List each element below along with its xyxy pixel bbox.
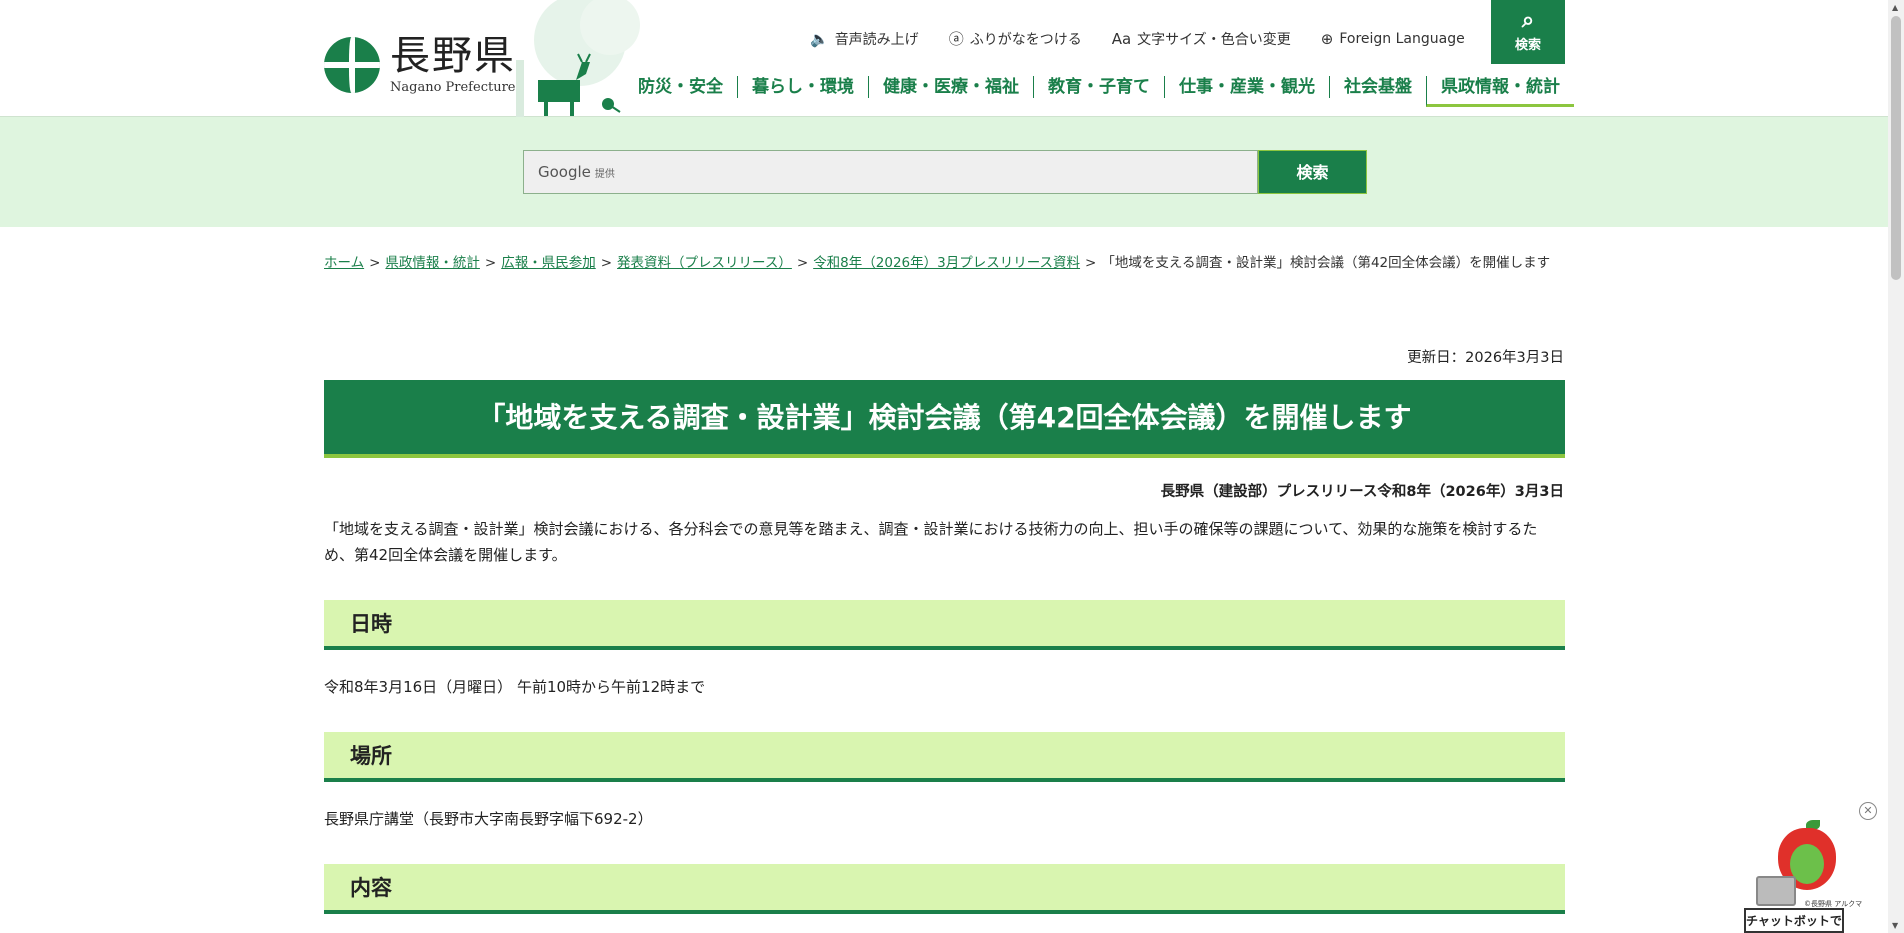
utility-menu: 🔈 音声読み上げ ⓐ ふりがなをつける Aa 文字サイズ・色合い変更 ⊕ Foreign… — [810, 28, 1465, 49]
breadcrumb-public-relations[interactable]: 広報・県民参加 — [501, 255, 596, 271]
site-search-submit-button[interactable]: 検索 — [1258, 150, 1367, 194]
chatbot-widget[interactable]: ©長野県 アルクマ チャットボットで調べる — [1744, 820, 1874, 933]
chatbot-close-icon[interactable]: ✕ — [1859, 802, 1877, 820]
site-header: 長野県 Nagano Prefecture 🔈 音声読み上げ ⓐ ふりがなをつける … — [0, 0, 1888, 117]
laptop-icon — [1756, 876, 1796, 906]
page-scrollbar[interactable]: ▲ ▼ — [1888, 0, 1904, 933]
nav-government-statistics[interactable]: 県政情報・統計 — [1426, 76, 1574, 107]
breadcrumb-government[interactable]: 県政情報・統計 — [385, 255, 480, 271]
breadcrumb-press-releases[interactable]: 発表資料（プレスリリース） — [617, 255, 792, 271]
breadcrumb-current: 「地域を支える調査・設計業」検討会議（第42回全体会議）を開催します — [1101, 255, 1551, 271]
breadcrumb-march-releases[interactable]: 令和8年（2026年）3月プレスリリース資料 — [813, 255, 1080, 271]
font-size-icon: Aa — [1111, 29, 1132, 48]
scroll-thumb[interactable] — [1891, 16, 1901, 280]
utility-furigana[interactable]: ⓐ ふりがなをつける — [949, 28, 1082, 49]
updated-date: 更新日：2026年3月3日 — [1407, 350, 1564, 366]
section-heading-content: 内容 — [324, 864, 1565, 914]
utility-foreign-language[interactable]: ⊕ Foreign Language — [1321, 28, 1465, 49]
nav-work-industry[interactable]: 仕事・産業・観光 — [1164, 76, 1329, 98]
nav-health-welfare[interactable]: 健康・医療・福祉 — [868, 76, 1033, 98]
prefecture-emblem-icon — [324, 36, 380, 93]
site-search-band: Google 提供 検索 — [0, 117, 1888, 227]
header-search-button[interactable]: ⌕ 検索 — [1491, 0, 1565, 64]
scroll-up-arrow-icon[interactable]: ▲ — [1892, 3, 1898, 12]
site-search-input[interactable]: Google 提供 — [523, 150, 1258, 194]
nav-disaster-safety[interactable]: 防災・安全 — [628, 76, 737, 98]
chatbot-label: チャットボットで調べる — [1744, 908, 1844, 933]
google-brand: Google 提供 — [538, 163, 615, 181]
press-release-line: 長野県（建設部）プレスリリース令和8年（2026年）3月3日 — [1160, 484, 1564, 500]
page-title: 「地域を支える調査・設計業」検討会議（第42回全体会議）を開催します — [324, 380, 1565, 458]
globe-icon: ⊕ — [1320, 29, 1334, 48]
forest-deer-decoration-icon — [516, 0, 640, 117]
section-body-venue: 長野県庁講堂（長野市大字南長野字幅下692-2） — [324, 810, 653, 828]
section-heading-datetime: 日時 — [324, 600, 1565, 650]
utility-read-aloud[interactable]: 🔈 音声読み上げ — [810, 28, 919, 49]
breadcrumb-home[interactable]: ホーム — [324, 255, 364, 271]
breadcrumb: ホーム > 県政情報・統計 > 広報・県民参加 > 発表資料（プレスリリース） > 令和8年（2… — [324, 255, 1551, 271]
utility-font-size[interactable]: Aa 文字サイズ・色合い変更 — [1112, 28, 1291, 49]
global-nav: 防災・安全 暮らし・環境 健康・医療・福祉 教育・子育て 仕事・産業・観光 社会… — [628, 76, 1574, 107]
search-icon: ⌕ — [1521, 8, 1535, 33]
nav-infrastructure[interactable]: 社会基盤 — [1329, 76, 1426, 98]
site-logo[interactable]: 長野県 Nagano Prefecture — [324, 34, 516, 95]
speaker-icon: 🔈 — [810, 29, 829, 48]
section-heading-venue: 場所 — [324, 732, 1565, 782]
nav-living-environment[interactable]: 暮らし・環境 — [737, 76, 868, 98]
nav-education-childcare[interactable]: 教育・子育て — [1033, 76, 1164, 98]
hiragana-icon: ⓐ — [948, 30, 964, 48]
lead-paragraph: 「地域を支える調査・設計業」検討会議における、各分科会での意見等を踏まえ、調査・… — [324, 520, 1538, 564]
section-body-datetime: 令和8年3月16日（月曜日） 午前10時から午前12時まで — [324, 678, 706, 696]
scroll-down-arrow-icon[interactable]: ▼ — [1892, 921, 1898, 930]
